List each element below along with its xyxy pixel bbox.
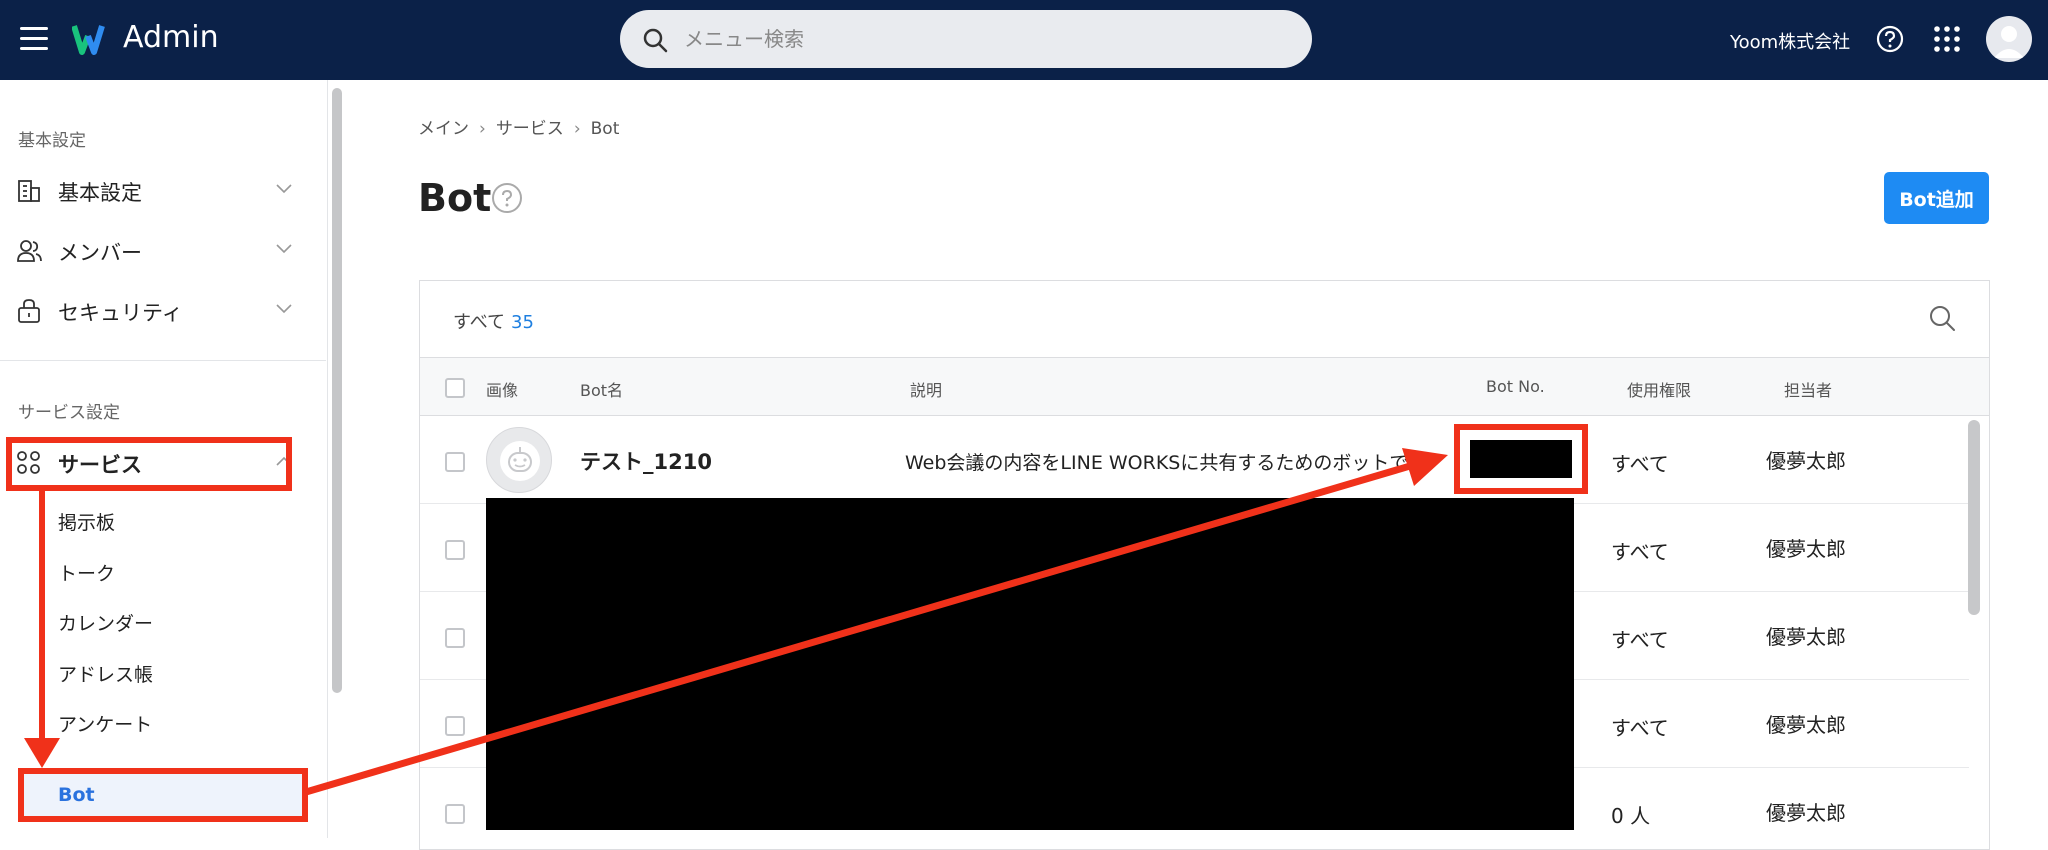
sidebar-item-basic-settings[interactable]: 基本設定 [0,164,310,216]
row-checkbox[interactable] [445,716,465,736]
redacted-area [486,498,1574,830]
bot-image [486,427,552,493]
company-name[interactable]: Yoom株式会社 [1730,28,1850,54]
filter-count: 35 [511,312,534,333]
menu-icon[interactable] [20,27,48,51]
row-checkbox[interactable] [445,452,465,472]
bot-name[interactable]: テスト_1210 [580,446,712,476]
bot-owner: 優夢太郎 [1766,713,1846,737]
app-title: Admin [123,20,219,55]
add-bot-button[interactable]: Bot追加 [1884,172,1989,224]
row-checkbox[interactable] [445,628,465,648]
logo-icon [72,25,105,55]
breadcrumb-current: Bot [590,119,620,139]
sidebar-subitem-calendar[interactable]: カレンダー [58,609,153,636]
bot-permission: すべて [1611,540,1669,564]
building-icon [18,180,40,202]
sidebar-subitem-talk[interactable]: トーク [58,559,115,586]
sidebar-subitem-address-book[interactable]: アドレス帳 [58,660,153,687]
bot-face-icon [500,441,540,481]
bot-permission: 0 人 [1611,804,1651,828]
page-title: Bot [418,176,492,220]
select-all-checkbox[interactable] [445,378,465,398]
sidebar-item-label: メンバー [58,241,142,265]
sidebar-scrollbar[interactable] [332,88,342,693]
sidebar-item-label: セキュリティ [58,301,183,325]
sidebar-divider [0,360,326,361]
header-bot-name: Bot名 [580,381,624,400]
app-grid-icon[interactable] [1932,24,1962,54]
help-icon[interactable] [1875,24,1905,54]
bot-permission: すべて [1611,452,1669,476]
sidebar-item-label: 基本設定 [58,181,142,205]
top-bar: Admin Yoom株式会社 [0,0,2048,80]
section-title-service: サービス設定 [18,403,120,423]
bot-owner: 優夢太郎 [1766,625,1846,649]
user-icon [1994,26,2024,58]
bot-owner: 優夢太郎 [1766,537,1846,561]
table-scrollbar[interactable] [1968,420,1980,615]
filter-all[interactable]: すべて 35 [453,308,534,334]
row-checkbox[interactable] [445,540,465,560]
user-avatar[interactable] [1986,16,2032,62]
header-description: 説明 [910,381,943,400]
filter-label: すべて [453,312,506,333]
sidebar-item-security[interactable]: セキュリティ [0,284,310,336]
search-input[interactable] [684,10,1284,68]
header-bot-no: Bot No. [1486,377,1545,396]
bot-description: Web会議の内容をLINE WORKSに共有するためのボットです [905,452,1428,474]
sidebar-item-members[interactable]: メンバー [0,224,310,276]
users-icon [17,240,42,262]
section-title-basic: 基本設定 [18,131,86,151]
header-owner: 担当者 [1784,381,1833,400]
chevron-down-icon [276,184,292,194]
highlight-bot-no [1454,424,1588,494]
chevron-down-icon [276,244,292,254]
bot-permission: すべて [1611,716,1669,740]
row-checkbox[interactable] [445,804,465,824]
highlight-service [6,437,292,491]
header-permission: 使用権限 [1627,381,1692,400]
menu-search[interactable] [620,10,1312,68]
search-icon[interactable] [1928,304,1956,332]
bot-permission: すべて [1611,628,1669,652]
breadcrumb: メイン › サービス › Bot [418,119,620,139]
bot-owner: 優夢太郎 [1766,801,1846,825]
sidebar-subitem-board[interactable]: 掲示板 [58,508,115,535]
breadcrumb-service[interactable]: サービス [496,119,564,139]
bot-owner: 優夢太郎 [1766,449,1846,473]
highlight-bot [18,768,308,822]
lock-icon [18,299,40,323]
help-circle-icon[interactable] [491,182,523,214]
header-image: 画像 [486,381,519,400]
chevron-down-icon [276,304,292,314]
breadcrumb-main[interactable]: メイン [418,119,469,139]
search-icon [643,28,668,53]
sidebar-subitem-survey[interactable]: アンケート [58,710,152,737]
table-header [420,358,1989,416]
